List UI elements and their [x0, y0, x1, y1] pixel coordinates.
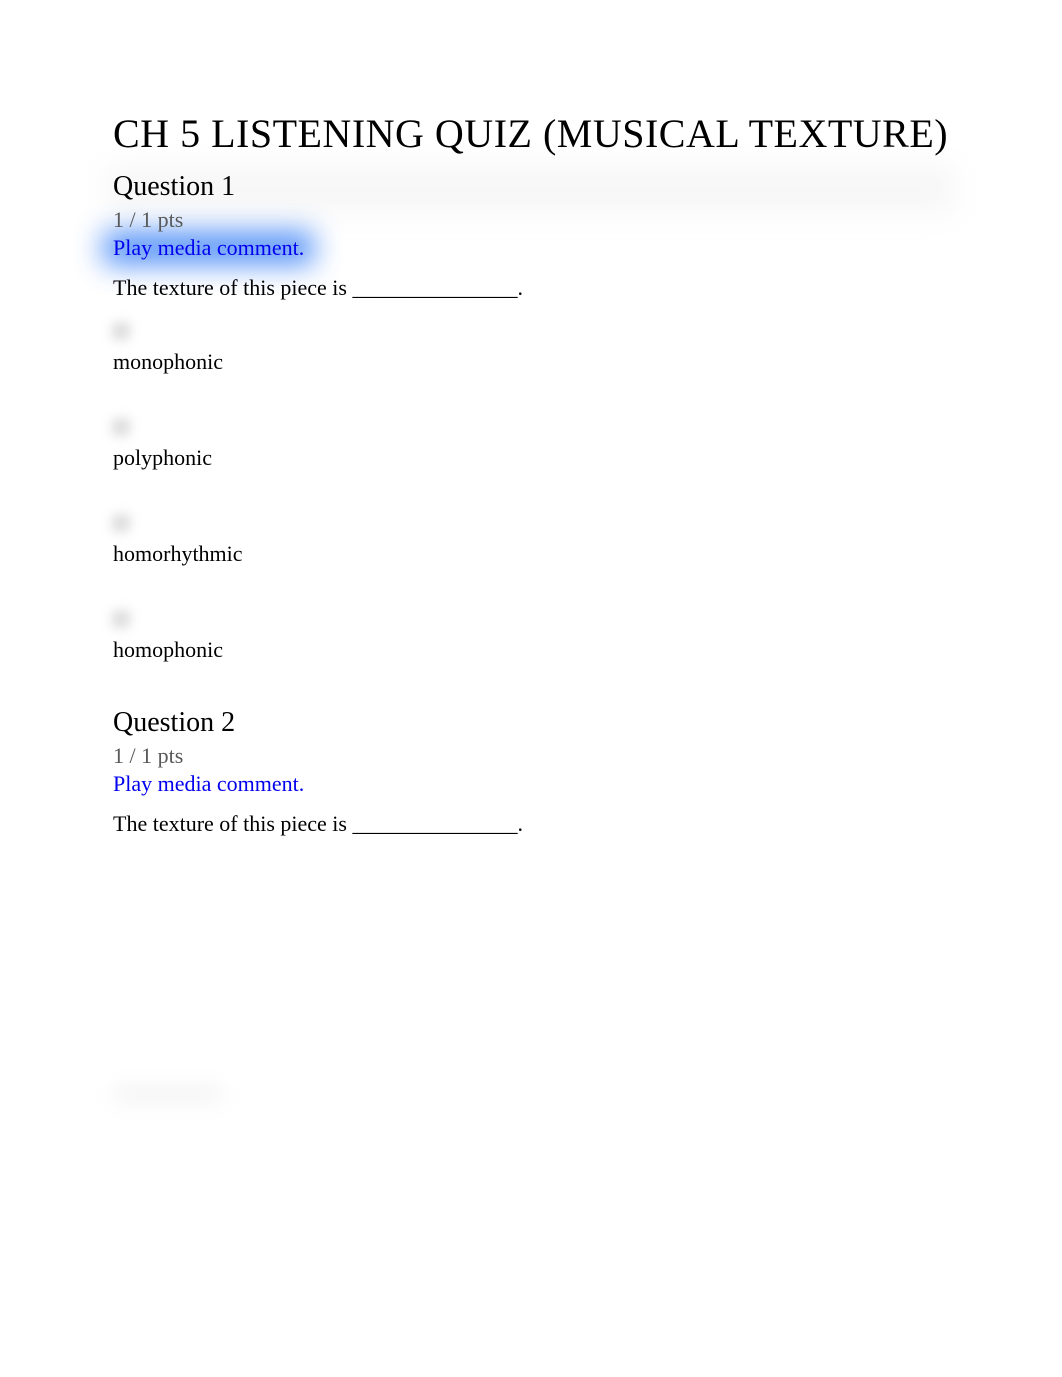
- play-media-link[interactable]: Play media comment.: [113, 771, 304, 797]
- option-label: homophonic: [113, 637, 949, 663]
- question-points: 1 / 1 pts: [113, 743, 949, 769]
- question-block: Question 1 1 / 1 pts Play media comment.…: [113, 171, 949, 663]
- answer-option[interactable]: monophonic: [113, 323, 949, 375]
- answer-option[interactable]: polyphonic: [113, 419, 949, 471]
- answer-option[interactable]: homophonic: [113, 611, 949, 663]
- option-label: monophonic: [113, 349, 949, 375]
- question-heading: Question 2: [113, 707, 949, 739]
- media-link-highlight: Play media comment.: [113, 235, 304, 261]
- option-label: homorhythmic: [113, 541, 949, 567]
- question-prompt: The texture of this piece is ___________…: [113, 275, 949, 301]
- play-media-link[interactable]: Play media comment.: [113, 235, 304, 261]
- page-title: CH 5 LISTENING QUIZ (MUSICAL TEXTURE): [113, 110, 949, 157]
- radio-icon: [113, 419, 129, 435]
- option-label: polyphonic: [113, 445, 949, 471]
- question-heading: Question 1: [113, 171, 949, 203]
- question-header: Question 1 1 / 1 pts Play media comment.: [113, 171, 949, 261]
- blurred-content-region: [113, 859, 949, 1079]
- blurred-text-strip: [113, 1087, 223, 1101]
- answer-option[interactable]: homorhythmic: [113, 515, 949, 567]
- question-header: Question 2 1 / 1 pts Play media comment.: [113, 707, 949, 797]
- question-block: Question 2 1 / 1 pts Play media comment.…: [113, 707, 949, 1101]
- question-points: 1 / 1 pts: [113, 207, 949, 233]
- radio-icon: [113, 611, 129, 627]
- radio-icon: [113, 515, 129, 531]
- question-prompt: The texture of this piece is ___________…: [113, 811, 949, 837]
- radio-icon: [113, 323, 129, 339]
